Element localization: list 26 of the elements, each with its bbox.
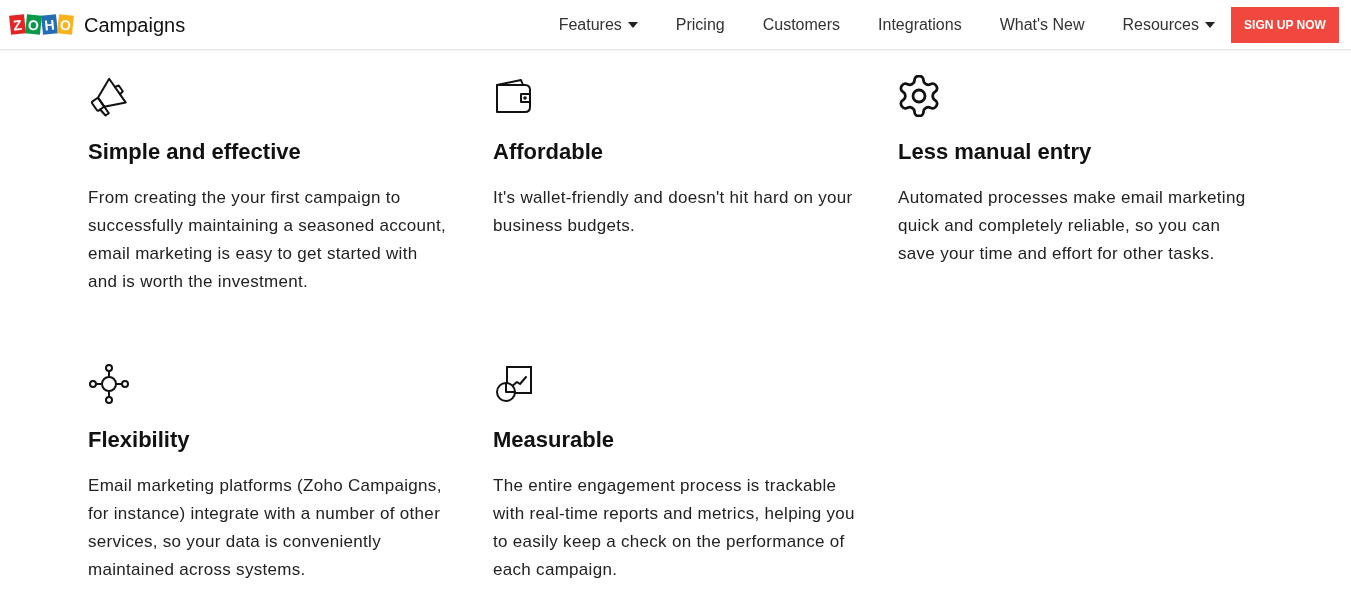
feature-description: From creating the your first campaign to successfully maintaining a seasoned account, email marketing is easy to get started with and is worth the investment. [88,187,448,293]
feature-description: Automated processes make email marketing quick and completely reliable, so you can save your time and effort for other tasks. [898,187,1247,265]
feature-title: Flexibility [88,426,191,454]
megaphone-icon [88,75,130,117]
logo-letter-tile: O [57,14,74,35]
feature-title: Simple and effective [88,138,302,166]
feature-description: Email marketing platforms (Zoho Campaigns, for instance) integrate with a number of other services, so your data is conveniently maintained across systems. [88,475,443,581]
sign-up-button[interactable]: SIGN UP NOW [1231,6,1339,43]
nav-link[interactable]: Resources [1122,12,1215,37]
logo-letter-tile: H [41,14,58,35]
nav-link[interactable]: Customers [762,12,841,37]
feature-description: It's wallet-friendly and doesn't hit hard on your business budgets. [493,187,854,237]
gear-icon [898,75,940,117]
feature-title: Less manual entry [898,138,1093,166]
nav-link[interactable]: Pricing [675,12,725,37]
nav-link[interactable]: Integrations [878,12,962,37]
chart-report-icon [493,363,535,405]
feature-description: The entire engagement process is trackable with real-time reports and metrics, helping you to easily keep a check on the performance of each campaign. [493,475,855,581]
logo-letter-tile: Z [9,14,26,35]
nav-link[interactable]: Features [558,12,638,37]
logo-letter-tile: O [25,14,42,35]
feature-title: Measurable [493,426,616,454]
feature-title: Affordable [493,138,604,166]
product-name: Campaigns [84,12,186,38]
nav-link[interactable]: What's New [999,12,1085,37]
hub-network-icon [88,363,130,405]
